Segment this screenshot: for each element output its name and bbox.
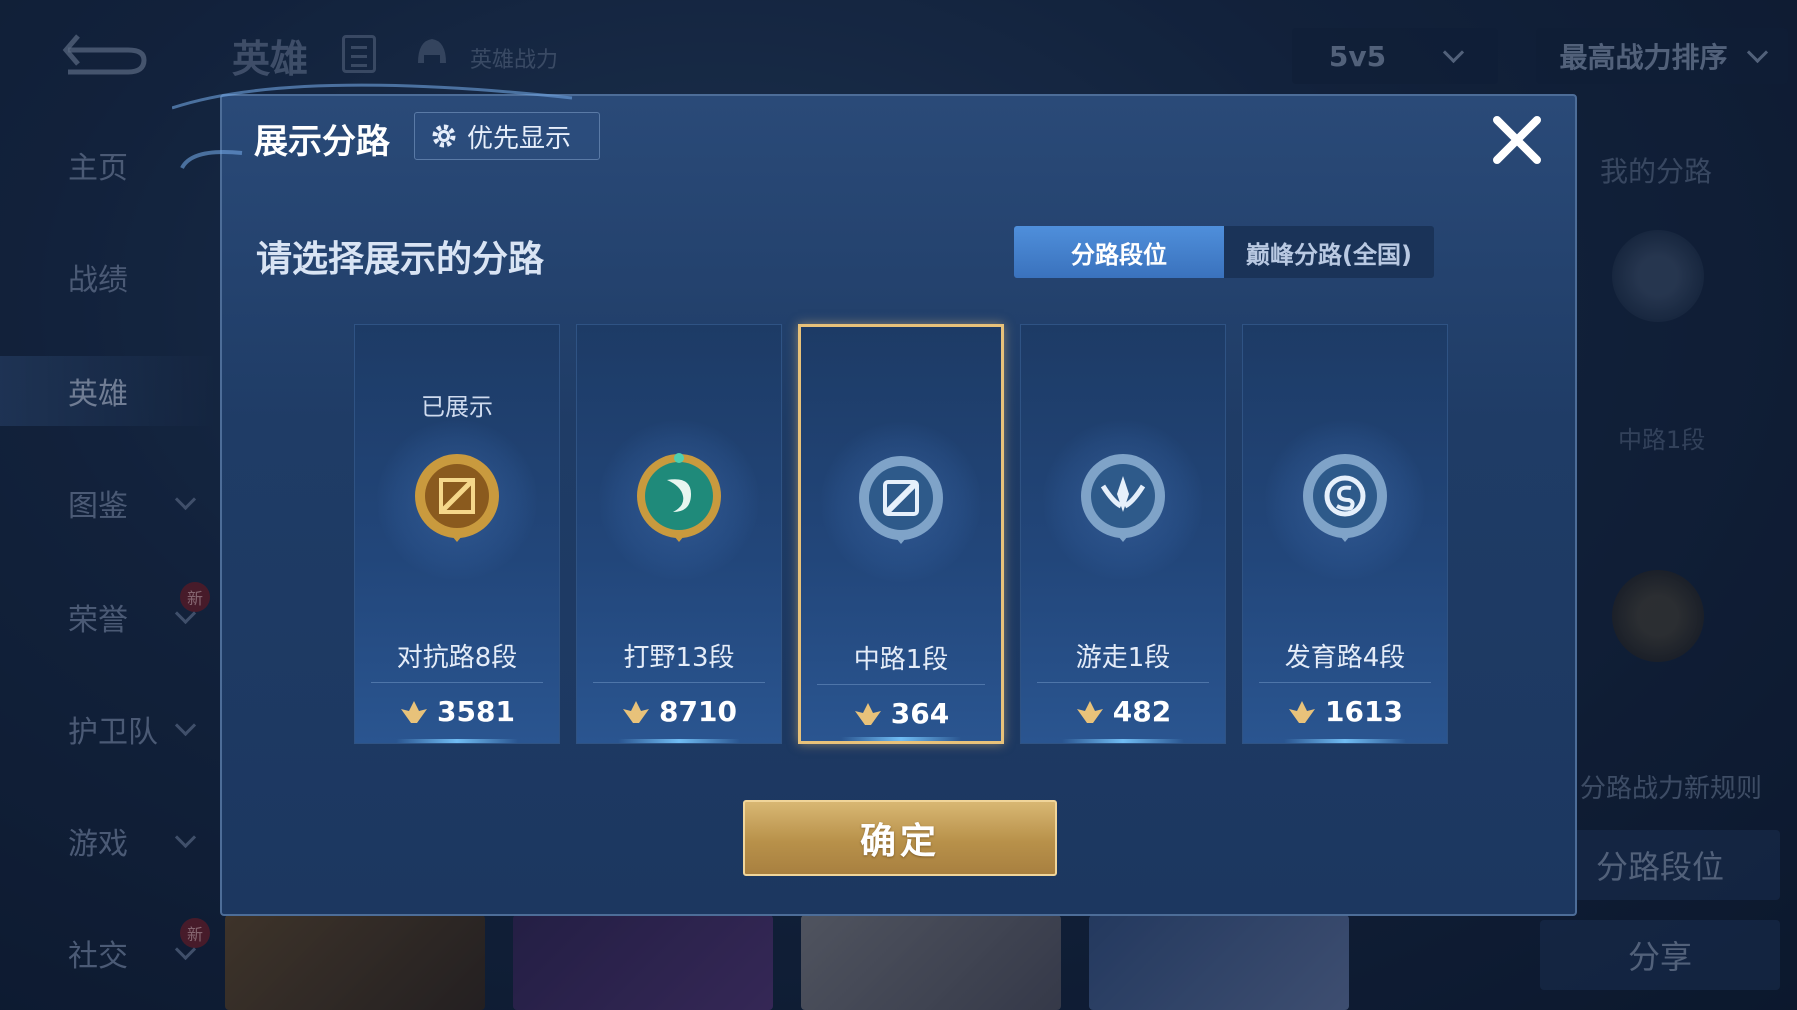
- confirm-button-label: 确定: [859, 821, 940, 862]
- lane-power-value: 482: [1112, 695, 1172, 728]
- lane-tabs: 分路段位 巅峰分路(全国): [1014, 226, 1434, 278]
- close-icon[interactable]: [1487, 110, 1547, 170]
- lane-power: 3581: [355, 695, 559, 728]
- displayed-status: 已展示: [421, 393, 493, 421]
- card-glow: [1283, 739, 1407, 743]
- card-glow: [395, 739, 519, 743]
- lane-cards: 已展示 对抗路8段 3581 打野13段 8710 中路1段 364 游走1段 …: [354, 324, 1449, 744]
- card-glow: [617, 739, 741, 743]
- emblem-halo: [821, 422, 981, 582]
- power-icon: [401, 700, 428, 723]
- divider: [593, 682, 765, 683]
- divider: [1037, 682, 1209, 683]
- lane-card-roam[interactable]: 游走1段 482: [1020, 324, 1226, 744]
- farm-lane-emblem-icon: [1303, 454, 1387, 542]
- tab-lane-rank[interactable]: 分路段位: [1014, 226, 1224, 278]
- confirm-button[interactable]: 确定: [743, 800, 1057, 876]
- divider: [817, 684, 985, 685]
- priority-display-label: 优先显示: [467, 123, 572, 154]
- dialog-subtitle: 请选择展示的分路: [256, 239, 545, 280]
- divider: [371, 682, 543, 683]
- lane-rank: 游走1段: [1075, 643, 1171, 673]
- lane-rank: 打野13段: [623, 643, 735, 673]
- lane-power: 364: [801, 697, 1001, 730]
- tab-peak-lane[interactable]: 巅峰分路(全国): [1224, 226, 1434, 278]
- card-glow: [1061, 739, 1185, 743]
- lane-display-dialog: 展示分路 优先显示 请选择展示的分路 分路段位 巅峰分路(全国) 已展示 对抗路…: [172, 83, 1577, 916]
- emblem-halo: [377, 420, 537, 580]
- lane-power-value: 8710: [659, 695, 737, 728]
- lane-power: 1613: [1243, 695, 1447, 728]
- mid-lane-emblem-icon: [859, 456, 943, 544]
- emblem-halo: [599, 420, 759, 580]
- lane-rank: 对抗路8段: [396, 643, 518, 673]
- emblem-halo: [1265, 420, 1425, 580]
- power-icon: [854, 702, 881, 725]
- divider: [1259, 682, 1431, 683]
- lane-rank: 中路1段: [853, 645, 949, 675]
- lane-card-jungle[interactable]: 打野13段 8710: [576, 324, 782, 744]
- lane-rank: 发育路4段: [1284, 643, 1406, 673]
- lane-power-value: 1613: [1325, 695, 1403, 728]
- gear-icon: [432, 124, 456, 148]
- power-icon: [1076, 700, 1103, 723]
- lane-card-mid[interactable]: 中路1段 364: [798, 324, 1004, 744]
- lane-card-farm[interactable]: 发育路4段 1613: [1242, 324, 1448, 744]
- lane-power-value: 364: [890, 697, 950, 730]
- dialog-title: 展示分路: [254, 122, 390, 162]
- emblem-halo: [1043, 420, 1203, 580]
- power-icon: [623, 700, 650, 723]
- jungle-emblem-icon: [637, 453, 721, 542]
- lane-power: 482: [1021, 695, 1225, 728]
- power-icon: [1289, 700, 1316, 723]
- priority-display-button[interactable]: 优先显示: [414, 112, 600, 160]
- clash-lane-emblem-icon: [415, 454, 499, 542]
- card-glow: [841, 737, 961, 741]
- lane-power: 8710: [577, 695, 781, 728]
- lane-power-value: 3581: [437, 695, 515, 728]
- lane-card-clash[interactable]: 已展示 对抗路8段 3581: [354, 324, 560, 744]
- roam-emblem-icon: [1081, 454, 1165, 542]
